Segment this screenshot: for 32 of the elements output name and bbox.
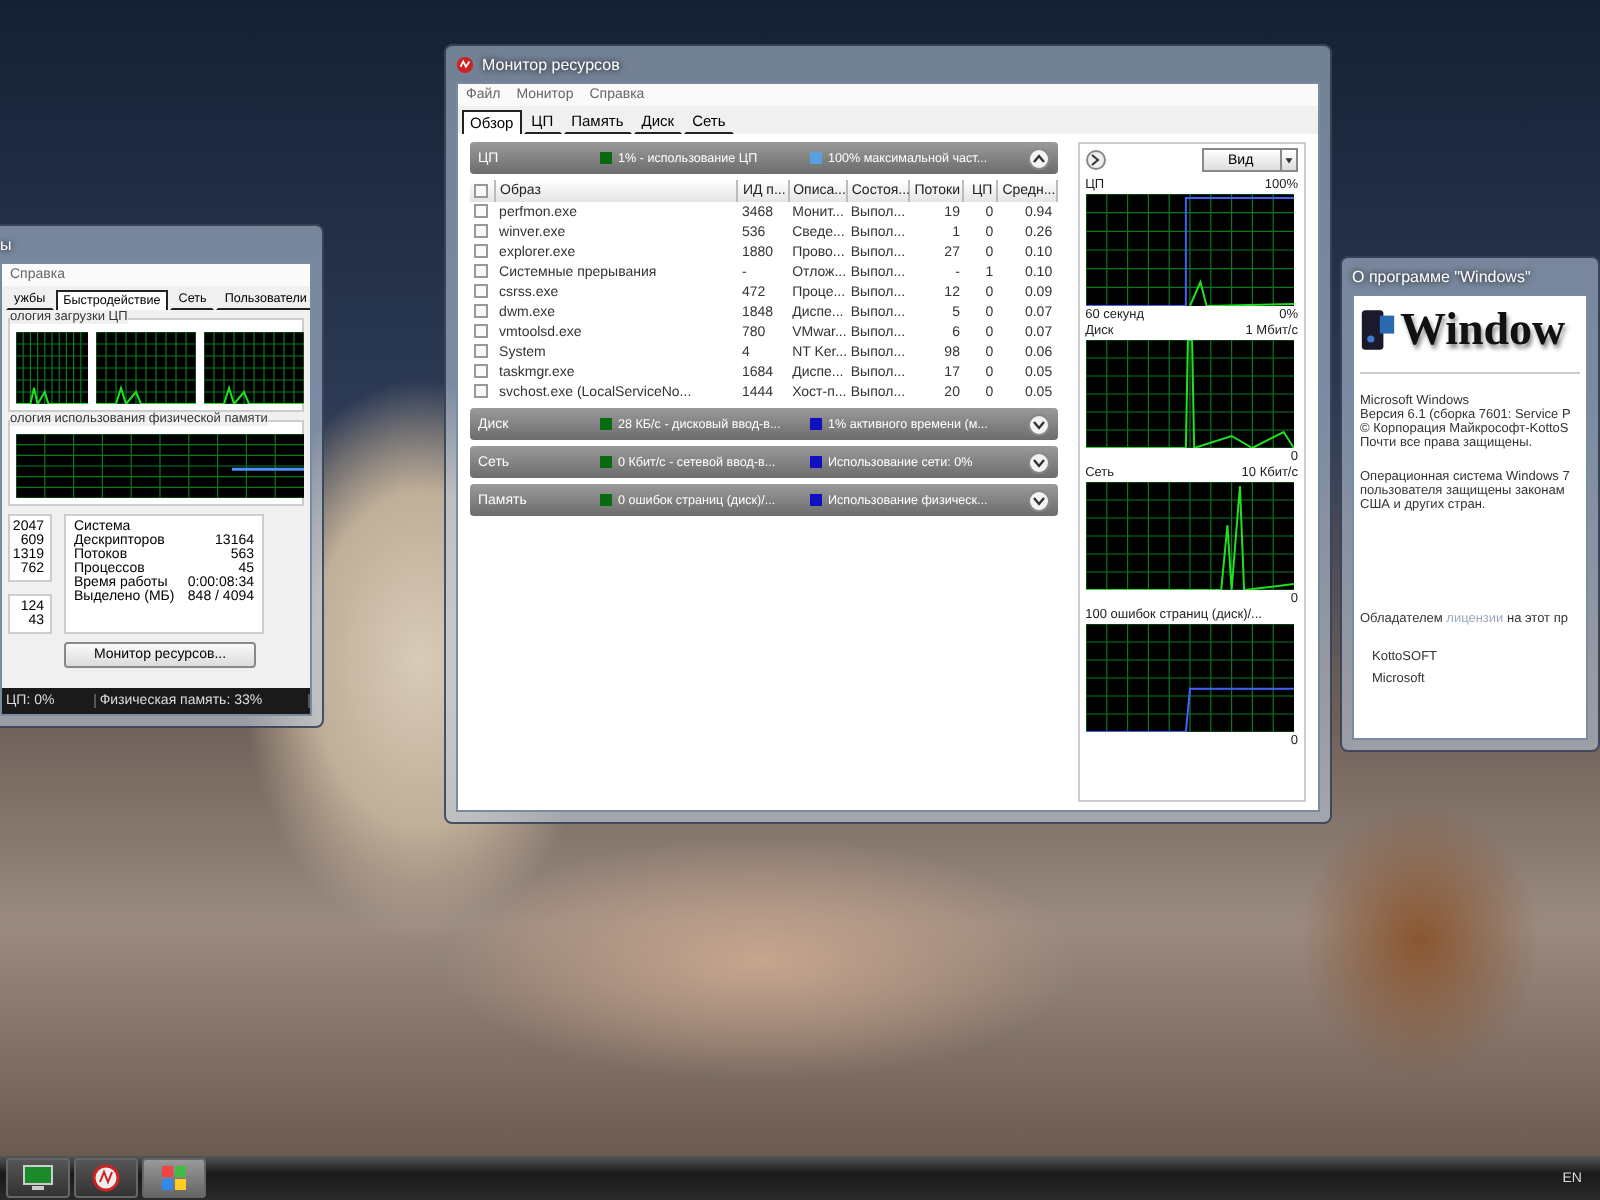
checkbox[interactable] (474, 324, 488, 339)
window-title: Монитор ресурсов (482, 55, 620, 73)
chevron-icon[interactable] (1027, 147, 1050, 169)
monitor-icon (22, 1164, 54, 1192)
task-manager-taskbar-button[interactable] (6, 1158, 70, 1198)
gauge-icon (92, 1164, 120, 1192)
checkbox[interactable] (474, 364, 488, 379)
checkbox[interactable] (474, 224, 488, 239)
checkbox[interactable] (474, 204, 488, 219)
windows-flag-icon (160, 1164, 188, 1192)
window-title: ы (0, 235, 12, 253)
checkbox[interactable] (474, 244, 488, 259)
window-title: О программе "Windows" (1352, 267, 1531, 285)
start-taskbar-button[interactable] (142, 1158, 206, 1198)
checkbox[interactable] (474, 384, 488, 399)
windows-logo-text: Window (1400, 304, 1566, 356)
checkbox[interactable] (474, 183, 488, 198)
chevron-icon[interactable] (1027, 413, 1050, 435)
app-icon (456, 55, 474, 73)
chevron-icon[interactable] (1027, 489, 1050, 511)
checkbox[interactable] (474, 344, 488, 359)
checkbox[interactable] (474, 284, 488, 299)
dropdown-arrow-icon (1280, 150, 1296, 170)
cpu-graph (16, 332, 88, 404)
computer-icon (1360, 306, 1396, 354)
checkbox[interactable] (474, 264, 488, 279)
expand-button[interactable] (1085, 150, 1106, 170)
resource-monitor-taskbar-button[interactable] (74, 1158, 138, 1198)
chevron-icon[interactable] (1027, 451, 1050, 473)
cpu-graph (204, 332, 304, 404)
checkbox[interactable] (474, 304, 488, 319)
cpu-graph (96, 332, 196, 404)
